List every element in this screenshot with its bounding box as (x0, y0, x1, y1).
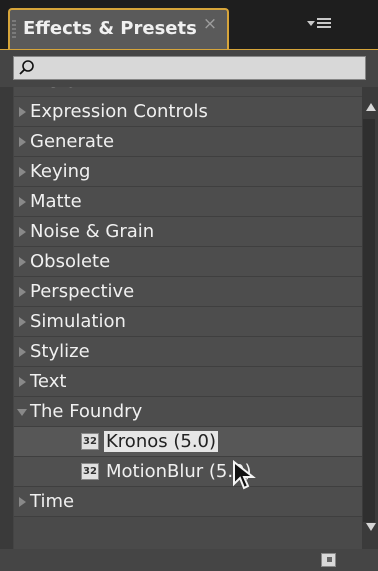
category-keying[interactable]: Keying (14, 157, 362, 187)
category-stylize[interactable]: Stylize (14, 337, 362, 367)
category-simulation[interactable]: Simulation (14, 307, 362, 337)
panel-menu-icon[interactable] (307, 13, 337, 35)
category-obsolete[interactable]: Obsolete (14, 247, 362, 277)
effects-presets-tab[interactable]: Effects & Presets × (8, 8, 229, 49)
collapsed-arrow-icon[interactable] (19, 137, 26, 147)
category-the-foundry[interactable]: The Foundry (14, 397, 362, 427)
scrollbar-track[interactable] (363, 119, 375, 522)
tab-bar-spacer (231, 8, 364, 42)
list-item-label: Distort (30, 87, 91, 95)
effect-label: MotionBlur (5.0) (106, 461, 252, 482)
category-text[interactable]: Text (14, 367, 362, 397)
search-area (0, 49, 378, 87)
collapsed-arrow-icon[interactable] (19, 347, 26, 357)
collapsed-arrow-icon[interactable] (19, 227, 26, 237)
collapsed-arrow-icon[interactable] (19, 317, 26, 327)
category-label: Simulation (30, 311, 126, 332)
category-label: Keying (30, 161, 91, 182)
scroll-down-icon[interactable] (366, 523, 376, 531)
collapsed-arrow-icon[interactable] (19, 107, 26, 117)
effects-presets-panel: Effects & Presets × Distort Expression C… (0, 0, 378, 571)
new-folder-icon[interactable] (321, 553, 336, 567)
collapsed-arrow-icon[interactable] (19, 257, 26, 267)
category-label: Stylize (30, 341, 90, 362)
expanded-arrow-icon[interactable] (17, 409, 27, 416)
collapsed-arrow-icon[interactable] (19, 197, 26, 207)
panel-bottom-bar (0, 549, 378, 571)
category-noise-grain[interactable]: Noise & Grain (14, 217, 362, 247)
category-label: Text (30, 371, 67, 392)
panel-tab-bar: Effects & Presets × (0, 0, 378, 50)
category-label: Perspective (30, 281, 135, 302)
collapsed-arrow-icon[interactable] (19, 167, 26, 177)
search-icon (19, 60, 34, 75)
category-label: Obsolete (30, 251, 111, 272)
category-expression-controls[interactable]: Expression Controls (14, 97, 362, 127)
scroll-up-icon[interactable] (366, 103, 376, 111)
effect-motionblur[interactable]: 32 MotionBlur (5.0) (14, 457, 362, 487)
collapsed-arrow-icon[interactable] (19, 497, 26, 507)
collapsed-arrow-icon[interactable] (19, 287, 26, 297)
category-matte[interactable]: Matte (14, 187, 362, 217)
category-label: The Foundry (30, 401, 143, 422)
collapsed-arrow-icon[interactable] (19, 377, 26, 387)
list-item-partial[interactable]: Distort (14, 87, 362, 97)
effect-badge-icon: 32 (81, 463, 99, 480)
tab-grip-icon[interactable] (12, 20, 16, 40)
menu-lines-icon (317, 18, 331, 29)
effect-label: Kronos (5.0) (104, 429, 219, 455)
category-label: Time (30, 491, 75, 512)
close-icon[interactable]: × (201, 15, 219, 33)
category-label: Expression Controls (30, 101, 208, 122)
category-label: Generate (30, 131, 115, 152)
category-generate[interactable]: Generate (14, 127, 362, 157)
category-label: Noise & Grain (30, 221, 155, 242)
category-label: Matte (30, 191, 82, 212)
tab-title: Effects & Presets (23, 18, 197, 39)
effect-label-text: Kronos (5.0) (104, 431, 219, 452)
menu-arrow-icon (307, 21, 315, 26)
search-box[interactable] (13, 56, 366, 80)
vertical-scrollbar[interactable] (362, 87, 378, 549)
category-perspective[interactable]: Perspective (14, 277, 362, 307)
effect-kronos[interactable]: 32 Kronos (5.0) (14, 427, 362, 457)
category-time[interactable]: Time (14, 487, 362, 517)
effects-tree-list[interactable]: Distort Expression Controls Generate Key… (13, 87, 362, 549)
search-input[interactable] (39, 57, 359, 79)
effect-badge-icon: 32 (81, 433, 99, 450)
